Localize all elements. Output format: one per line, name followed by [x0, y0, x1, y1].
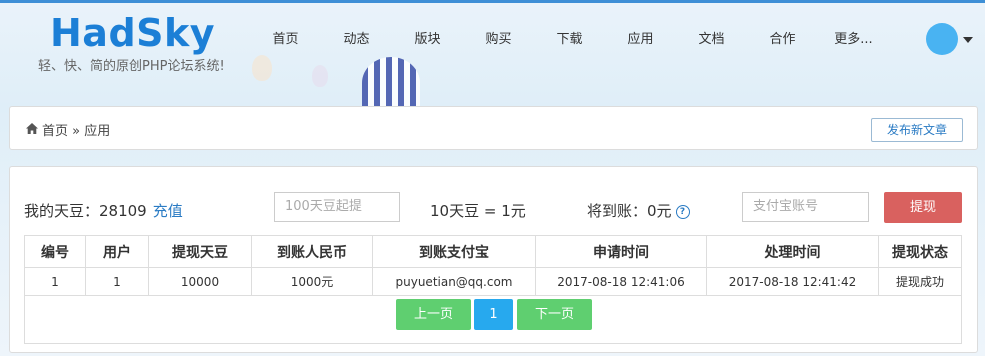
- exchange-rate: 10天豆 = 1元: [430, 202, 526, 220]
- publish-article-button[interactable]: 发布新文章: [871, 118, 963, 142]
- breadcrumb: 首页 » 应用 发布新文章: [9, 106, 978, 150]
- withdraw-records-table: 编号 用户 提现天豆 到账人民币 到账支付宝 申请时间 处理时间 提现状态 1 …: [24, 235, 962, 296]
- column-header: 用户: [85, 235, 149, 268]
- arrival-amount-text: 将到账：0元: [587, 202, 672, 220]
- home-icon: [26, 123, 38, 134]
- site-tagline: 轻、快、简的原创PHP论坛系统!: [38, 59, 225, 74]
- nav-item-feed[interactable]: 动态: [321, 27, 392, 53]
- nav-item-home[interactable]: 首页: [250, 27, 321, 53]
- pagination: 上一页 1 下一页: [24, 290, 962, 344]
- nav-item-partners[interactable]: 合作: [747, 27, 818, 53]
- withdraw-amount-input[interactable]: 100天豆起提: [274, 192, 400, 222]
- prev-page-button[interactable]: 上一页: [396, 299, 471, 330]
- main-nav: 首页 动态 版块 购买 下载 应用 文档 合作 更多...: [250, 27, 889, 53]
- column-header: 申请时间: [535, 235, 707, 268]
- nav-item-buy[interactable]: 购买: [463, 27, 534, 53]
- arrival-amount: 将到账：0元?: [587, 200, 690, 221]
- column-header: 编号: [24, 235, 86, 268]
- breadcrumb-current: 应用: [84, 124, 111, 139]
- column-header: 提现状态: [878, 235, 962, 268]
- beans-balance: 我的天豆：28109 充值: [24, 200, 183, 221]
- nav-item-docs[interactable]: 文档: [676, 27, 747, 53]
- avatar[interactable]: [926, 23, 958, 55]
- decorative-balloon: [252, 55, 272, 81]
- site-logo[interactable]: HadSky: [50, 11, 215, 55]
- nav-item-more[interactable]: 更多...: [818, 27, 889, 53]
- column-header: 处理时间: [706, 235, 879, 268]
- nav-item-download[interactable]: 下载: [534, 27, 605, 53]
- current-page-button[interactable]: 1: [474, 299, 513, 330]
- decorative-balloon: [312, 65, 328, 87]
- withdraw-button[interactable]: 提现: [884, 192, 962, 223]
- column-header: 提现天豆: [148, 235, 252, 268]
- beans-label: 我的天豆：28109: [24, 202, 147, 220]
- breadcrumb-separator: »: [72, 124, 81, 139]
- column-header: 到账支付宝: [372, 235, 536, 268]
- next-page-button[interactable]: 下一页: [517, 299, 592, 330]
- table-header-row: 编号 用户 提现天豆 到账人民币 到账支付宝 申请时间 处理时间 提现状态: [24, 235, 962, 268]
- breadcrumb-home[interactable]: 首页: [42, 124, 68, 139]
- withdraw-panel: 我的天豆：28109 充值 100天豆起提 10天豆 = 1元 将到账：0元? 支…: [9, 166, 978, 353]
- chevron-down-icon[interactable]: [963, 37, 973, 43]
- recharge-link[interactable]: 充值: [153, 202, 183, 220]
- site-header: HadSky 轻、快、简的原创PHP论坛系统! 首页 动态 版块 购买 下载 应…: [0, 3, 985, 109]
- column-header: 到账人民币: [251, 235, 373, 268]
- breadcrumb-text: 首页 » 应用: [42, 120, 110, 139]
- help-icon[interactable]: ?: [675, 204, 690, 219]
- nav-item-apps[interactable]: 应用: [605, 27, 676, 53]
- alipay-account-input[interactable]: 支付宝账号: [742, 192, 869, 222]
- decorative-balloon: [362, 57, 420, 109]
- nav-item-boards[interactable]: 版块: [392, 27, 463, 53]
